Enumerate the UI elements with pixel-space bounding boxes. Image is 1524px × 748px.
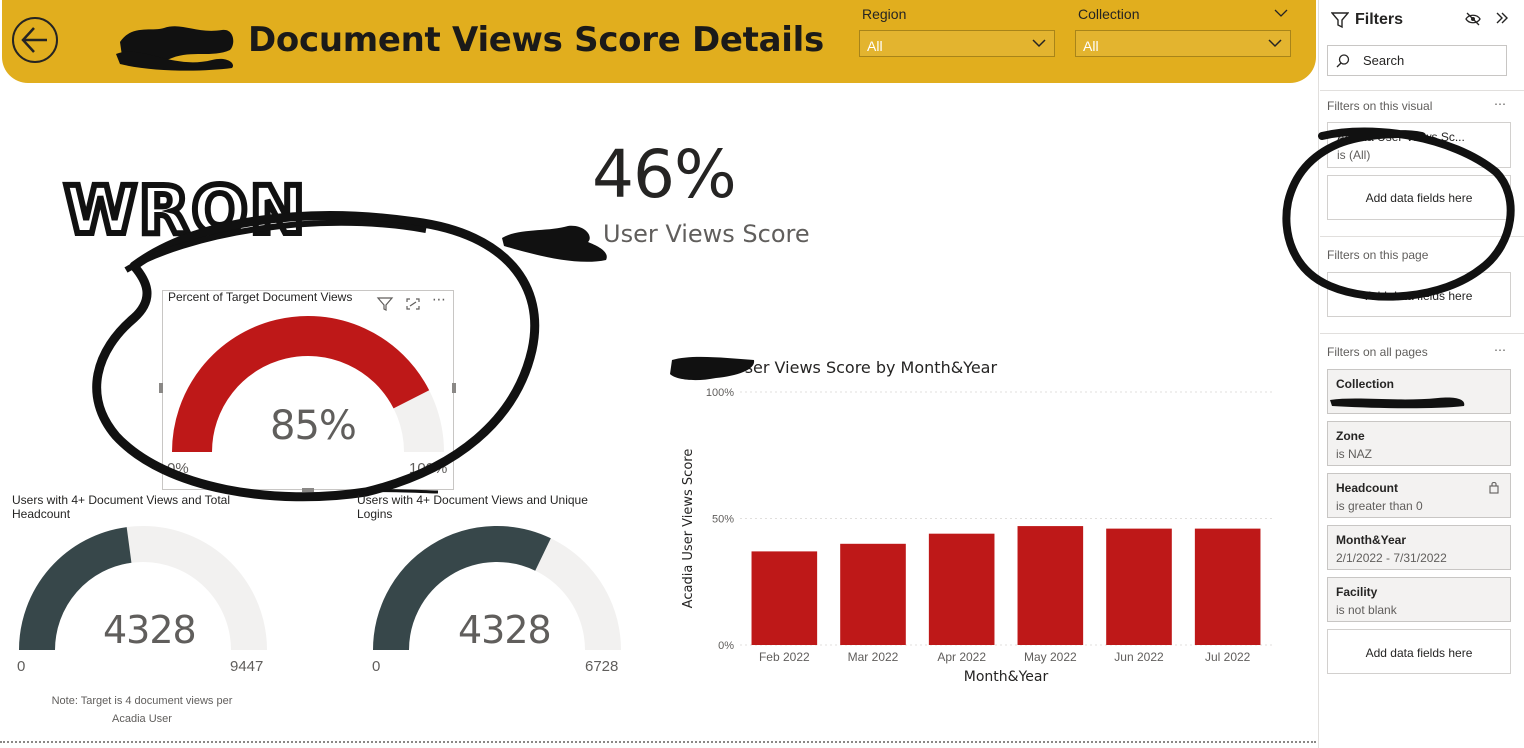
resize-handle[interactable] bbox=[452, 383, 456, 393]
search-placeholder: Search bbox=[1363, 53, 1405, 68]
more-options-icon[interactable]: ⋯ bbox=[1494, 343, 1506, 357]
headcount-gauge-title: Users with 4+ Document Views and Total H… bbox=[12, 493, 230, 521]
bar bbox=[751, 551, 818, 645]
add-fields-label: Add data fields here bbox=[1365, 646, 1473, 660]
redaction-mark bbox=[116, 26, 234, 71]
filter-search-input[interactable]: Search bbox=[1327, 45, 1507, 76]
x-tick-label: Mar 2022 bbox=[848, 650, 899, 664]
target-gauge-max: 100% bbox=[409, 460, 448, 477]
target-note: Note: Target is 4 document views per Aca… bbox=[20, 692, 264, 728]
x-tick-label: Feb 2022 bbox=[759, 650, 810, 664]
bar bbox=[1194, 528, 1261, 645]
section-page-filters: Filters on this page bbox=[1327, 248, 1429, 262]
x-tick-label: Jun 2022 bbox=[1114, 650, 1164, 664]
logins-gauge-title: Users with 4+ Document Views and Unique … bbox=[357, 493, 588, 521]
bar bbox=[928, 533, 995, 645]
filter-card-title: Acadia User Views Sc... bbox=[1337, 130, 1465, 144]
target-gauge-min: 0% bbox=[167, 460, 189, 477]
add-fields-label: Add data fields here bbox=[1365, 191, 1473, 205]
resize-handle[interactable] bbox=[302, 488, 314, 492]
logins-gauge-max: 6728 bbox=[585, 658, 619, 675]
filter-card-title: Facility bbox=[1336, 585, 1378, 599]
collapse-pane-icon[interactable] bbox=[1494, 10, 1510, 26]
bar bbox=[1106, 528, 1172, 645]
back-button[interactable] bbox=[12, 17, 58, 63]
target-note-line2: Acadia User bbox=[112, 713, 172, 725]
region-slicer-value: All bbox=[867, 38, 883, 54]
logins-gauge-min: 0 bbox=[372, 658, 381, 675]
divider bbox=[1320, 236, 1524, 237]
bar bbox=[1017, 526, 1084, 645]
filter-card-sub: is greater than 0 bbox=[1336, 499, 1423, 513]
lock-icon bbox=[1489, 481, 1499, 494]
filter-card-sub: is (All) bbox=[1337, 148, 1371, 162]
x-tick-label: May 2022 bbox=[1024, 650, 1077, 664]
filter-card-sub: is not blank bbox=[1336, 603, 1397, 617]
collection-slicer-value: All bbox=[1083, 38, 1099, 54]
filter-card-title: Month&Year bbox=[1336, 533, 1407, 547]
divider bbox=[1320, 90, 1524, 91]
filter-icon bbox=[1331, 12, 1349, 29]
add-visual-fields-well[interactable]: Add data fields here bbox=[1327, 175, 1511, 220]
x-tick-label: Jul 2022 bbox=[1205, 650, 1251, 664]
x-axis-title: Month&Year bbox=[964, 669, 1049, 685]
filter-card-headcount[interactable]: Headcount is greater than 0 bbox=[1327, 473, 1511, 518]
region-slicer-label: Region bbox=[862, 6, 907, 22]
eye-hide-icon[interactable] bbox=[1464, 11, 1482, 27]
target-gauge-value: 85% bbox=[270, 403, 357, 449]
redaction-mark bbox=[502, 225, 607, 262]
bar-chart[interactable]: 0% 50% 100% Feb 2022 Mar 2022 Apr 2022 May 202… bbox=[670, 380, 1280, 690]
filter-card-zone[interactable]: Zone is NAZ bbox=[1327, 421, 1511, 466]
filter-card-views-score[interactable]: Acadia User Views Sc... is (All) bbox=[1327, 122, 1511, 168]
chevron-down-icon bbox=[1032, 39, 1046, 48]
filter-card-sub: is NAZ bbox=[1336, 447, 1372, 461]
add-fields-label: Add data fields here bbox=[1365, 289, 1473, 303]
collection-slicer-label: Collection bbox=[1078, 6, 1140, 22]
region-slicer-dropdown[interactable]: All bbox=[859, 30, 1055, 57]
collection-slicer-dropdown[interactable]: All bbox=[1075, 30, 1291, 57]
x-tick-label: Apr 2022 bbox=[937, 650, 986, 664]
search-icon bbox=[1336, 54, 1350, 68]
add-page-fields-well[interactable]: Add data fields here bbox=[1327, 272, 1511, 317]
logins-gauge-title-line1: Users with 4+ Document Views and Unique bbox=[357, 493, 588, 507]
filter-card-collection[interactable]: Collection bbox=[1327, 369, 1511, 414]
logins-gauge-value: 4328 bbox=[458, 608, 552, 652]
y-tick-label: 50% bbox=[712, 514, 734, 526]
filter-card-title: Collection bbox=[1336, 377, 1395, 391]
svg-text:WRONG: WRONG bbox=[64, 172, 305, 245]
y-axis-title: Acadia User Views Score bbox=[681, 449, 696, 609]
y-tick-label: 0% bbox=[718, 640, 734, 652]
filter-card-sub: 2/1/2022 - 7/31/2022 bbox=[1336, 551, 1447, 565]
arrow-left-icon bbox=[21, 27, 47, 53]
divider bbox=[1320, 333, 1524, 334]
target-note-line1: Note: Target is 4 document views per bbox=[51, 695, 233, 707]
chevron-down-icon bbox=[1268, 39, 1282, 48]
filter-card-title: Zone bbox=[1336, 429, 1365, 443]
page-title: Document Views Score Details bbox=[248, 20, 824, 60]
headcount-gauge-title-line1: Users with 4+ Document Views and Total bbox=[12, 493, 230, 507]
filter-card-facility[interactable]: Facility is not blank bbox=[1327, 577, 1511, 622]
section-visual-filters: Filters on this visual bbox=[1327, 99, 1433, 113]
chart-title: User Views Score by Month&Year bbox=[733, 358, 998, 377]
filter-pane-title: Filters bbox=[1355, 11, 1404, 28]
resize-handle[interactable] bbox=[159, 383, 163, 393]
chevron-down-icon[interactable] bbox=[1272, 6, 1290, 22]
filter-card-title: Headcount bbox=[1336, 481, 1399, 495]
bar bbox=[840, 543, 906, 645]
page-boundary bbox=[0, 741, 1316, 743]
redaction-mark bbox=[1330, 397, 1465, 409]
section-all-filters: Filters on all pages bbox=[1327, 345, 1428, 359]
logins-gauge-title-line2: Logins bbox=[357, 507, 393, 521]
add-all-pages-fields-well[interactable]: Add data fields here bbox=[1327, 629, 1511, 674]
handwritten-annotation: WRONG bbox=[61, 169, 305, 245]
kpi-label: User Views Score bbox=[603, 220, 810, 248]
headcount-gauge-title-line2: Headcount bbox=[12, 507, 71, 521]
filter-card-month-year[interactable]: Month&Year 2/1/2022 - 7/31/2022 bbox=[1327, 525, 1511, 570]
headcount-gauge-max: 9447 bbox=[230, 658, 264, 675]
more-options-icon[interactable]: ⋯ bbox=[1494, 97, 1506, 111]
headcount-gauge-value: 4328 bbox=[103, 608, 197, 652]
kpi-value: 46% bbox=[592, 136, 737, 213]
headcount-gauge-min: 0 bbox=[17, 658, 26, 675]
y-tick-label: 100% bbox=[706, 387, 734, 399]
